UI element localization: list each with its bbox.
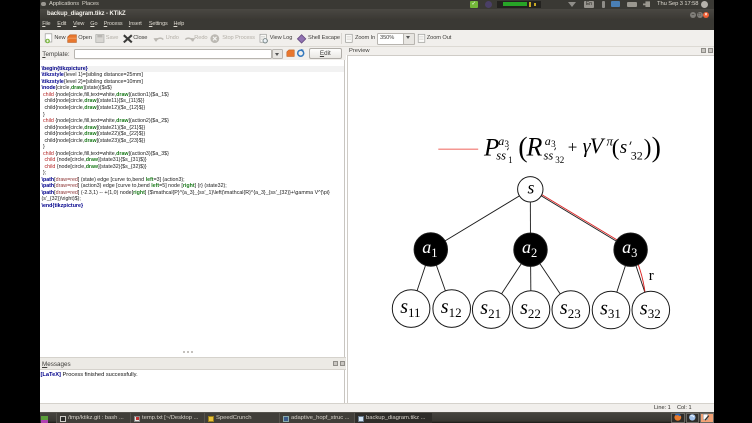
svg-text:r: r — [649, 268, 654, 284]
svg-text:21: 21 — [488, 306, 501, 321]
svg-text:2: 2 — [531, 246, 537, 260]
svg-text:s: s — [520, 297, 528, 319]
svg-text:31: 31 — [608, 306, 621, 321]
svg-text:ss: ss — [544, 148, 554, 162]
svg-text:a: a — [545, 134, 551, 148]
svg-text:s: s — [528, 177, 535, 197]
svg-text:): ) — [644, 135, 652, 160]
svg-text:11: 11 — [408, 305, 421, 320]
svg-text:22: 22 — [528, 306, 541, 321]
svg-text:32: 32 — [555, 155, 564, 165]
svg-text:1: 1 — [431, 246, 437, 260]
svg-text:32: 32 — [631, 148, 643, 162]
svg-text:s: s — [480, 297, 488, 319]
svg-text:a: a — [498, 134, 504, 148]
svg-text:s: s — [560, 297, 568, 319]
svg-text:s: s — [640, 298, 648, 320]
svg-text:+: + — [568, 137, 578, 156]
svg-text:s: s — [600, 298, 608, 320]
svg-text:a: a — [422, 237, 431, 257]
svg-text:s: s — [441, 296, 449, 318]
svg-text:s: s — [620, 137, 627, 158]
svg-text:1: 1 — [508, 155, 512, 165]
svg-text:23: 23 — [568, 306, 581, 321]
svg-text:R: R — [526, 132, 543, 161]
svg-text:(: ( — [612, 135, 620, 160]
svg-text:V: V — [590, 133, 606, 158]
svg-text:a: a — [622, 237, 631, 257]
svg-text:12: 12 — [449, 305, 462, 320]
svg-text:ss: ss — [496, 148, 506, 162]
svg-text:a: a — [522, 237, 531, 257]
svg-text:32: 32 — [648, 306, 661, 321]
svg-text:): ) — [652, 133, 661, 164]
svg-text:3: 3 — [631, 246, 637, 260]
svg-text:s: s — [400, 296, 408, 318]
